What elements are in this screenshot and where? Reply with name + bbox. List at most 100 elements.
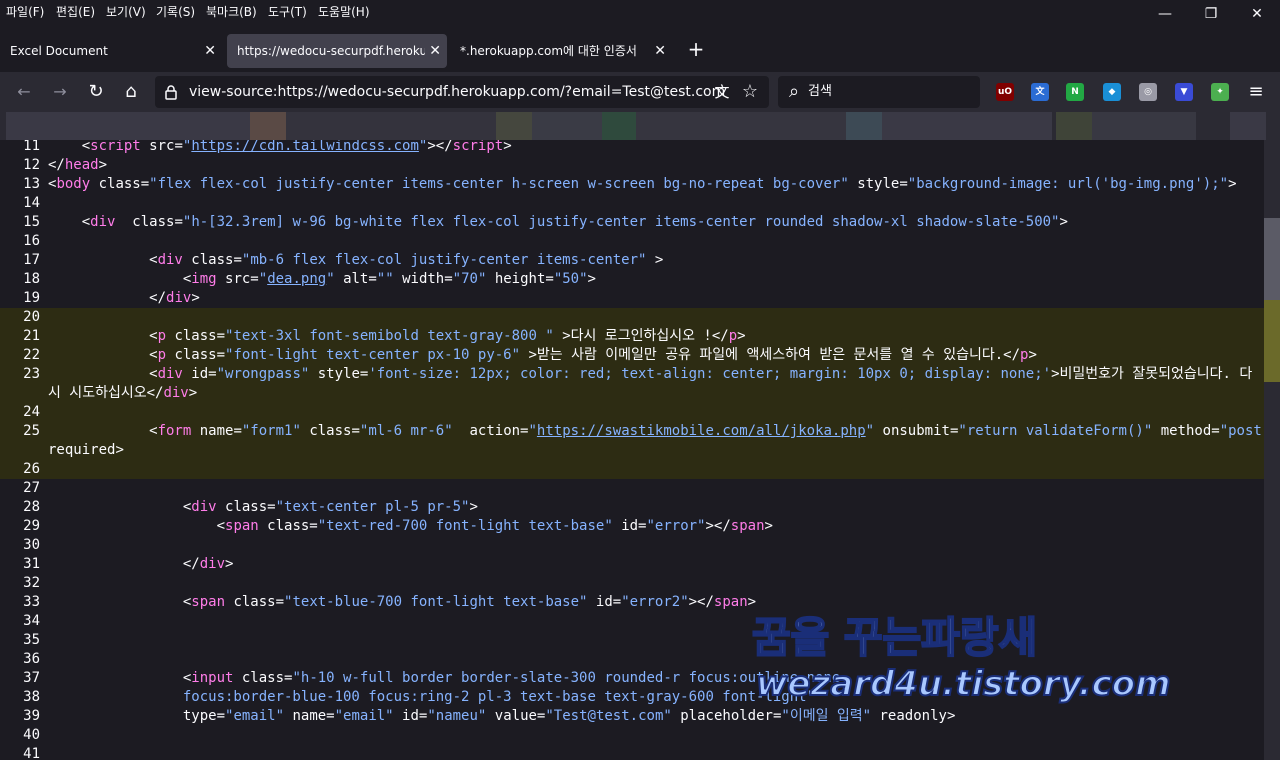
bookmark-item-blurred[interactable] xyxy=(1092,112,1196,140)
bookmark-item-blurred[interactable] xyxy=(1056,112,1092,140)
code-text: ></ xyxy=(705,518,731,534)
code-text: > xyxy=(764,518,773,534)
tag-name: div xyxy=(199,556,226,572)
bookmark-item-blurred[interactable] xyxy=(496,112,532,140)
line-number: 23 xyxy=(23,366,40,382)
ublock-icon[interactable]: uO xyxy=(996,83,1014,101)
translate-icon[interactable]: 文 xyxy=(713,83,731,101)
menu-edit[interactable]: 편집(E) xyxy=(56,3,95,20)
tag-name: div xyxy=(163,385,189,401)
line-number: 28 xyxy=(23,499,40,515)
url-text[interactable]: view-source:https://wedocu-securpdf.hero… xyxy=(189,76,725,108)
line-code: <span class="text-red-700 font-light tex… xyxy=(48,517,773,536)
url-bar[interactable]: view-source:https://wedocu-securpdf.hero… xyxy=(155,76,769,108)
n-extension-icon[interactable]: N xyxy=(1066,83,1084,101)
minimize-button[interactable]: — xyxy=(1142,2,1188,28)
source-link[interactable]: dea.png xyxy=(267,271,326,287)
bookmark-item-blurred[interactable] xyxy=(846,112,882,140)
line-code: <div class="text-center pl-5 pr-5"> xyxy=(48,498,478,517)
source-line: 18 <img src="dea.png" alt="" width="70" … xyxy=(0,270,1264,289)
watermark-url: wezard4u.tistory.com xyxy=(755,663,1172,705)
window-close-button[interactable]: ✕ xyxy=(1234,2,1280,28)
menu-tools[interactable]: 도구(T) xyxy=(268,3,307,20)
menu-view[interactable]: 보기(V) xyxy=(106,3,146,20)
source-line: 34 xyxy=(0,612,1264,631)
vertical-scrollbar[interactable] xyxy=(1264,140,1280,760)
shield-extension-icon[interactable]: ◆ xyxy=(1103,83,1121,101)
line-number: 20 xyxy=(23,309,40,325)
tag-name: div xyxy=(157,366,183,382)
tab-excel-document[interactable]: Excel Document ✕ xyxy=(0,34,222,68)
back-icon[interactable]: ← xyxy=(10,78,38,106)
tag-name: div xyxy=(166,290,192,306)
bookmark-item-blurred[interactable] xyxy=(1230,112,1266,140)
lock-icon[interactable] xyxy=(163,84,179,100)
translate-extension-icon[interactable]: 文 xyxy=(1031,83,1049,101)
line-number: 24 xyxy=(23,404,40,420)
code-text: > xyxy=(646,252,664,268)
arrow-extension-icon[interactable]: ▼ xyxy=(1175,83,1193,101)
source-line: 35 xyxy=(0,631,1264,650)
code-text: < xyxy=(48,140,91,154)
attr-name: width= xyxy=(393,271,453,287)
bookmark-item-blurred[interactable] xyxy=(602,112,636,140)
bookmark-item-blurred[interactable] xyxy=(6,112,286,140)
globe-extension-icon[interactable]: ◎ xyxy=(1139,83,1157,101)
search-input[interactable]: 검색 xyxy=(808,76,832,108)
tag-name: span xyxy=(191,594,226,610)
line-code: 시 시도하십시오</div> xyxy=(48,384,197,403)
source-line: 11 <script src="https://cdn.tailwindcss.… xyxy=(0,140,1264,156)
attr-name: name= xyxy=(191,423,242,439)
code-text: > xyxy=(946,708,956,724)
source-line: 39 type="email" name="email" id="nameu" … xyxy=(0,707,1264,726)
source-line: 22 <p class="font-light text-center px-1… xyxy=(0,346,1264,365)
attr-value: "Test@test.com" xyxy=(545,708,672,724)
attr-value: "mb-6 flex flex-col justify-center items… xyxy=(241,252,647,268)
source-link[interactable]: https://swastikmobile.com/all/jkoka.php xyxy=(537,423,866,439)
tab-view-source[interactable]: https://wedocu-securpdf.herokuapp ✕ xyxy=(227,34,447,68)
source-line: 15 <div class="h-[32.3rem] w-96 bg-white… xyxy=(0,213,1264,232)
bookmark-item-blurred[interactable] xyxy=(532,112,602,140)
tab-close-icon[interactable]: ✕ xyxy=(654,34,666,68)
tag-name: div xyxy=(157,252,183,268)
reload-icon[interactable]: ↻ xyxy=(82,78,110,106)
attr-name: name= xyxy=(284,708,335,724)
attr-name: placeholder= xyxy=(671,708,782,724)
search-bar[interactable]: ⌕ 검색 xyxy=(778,76,980,108)
source-line: 41 xyxy=(0,745,1264,760)
tab-close-icon[interactable]: ✕ xyxy=(204,34,216,68)
source-link[interactable]: https://cdn.tailwindcss.com xyxy=(191,140,419,154)
green-extension-icon[interactable]: ✦ xyxy=(1211,83,1229,101)
bookmark-star-icon[interactable]: ☆ xyxy=(741,83,759,101)
menu-file[interactable]: 파일(F) xyxy=(6,3,44,20)
tab-certificate[interactable]: *.herokuapp.com에 대한 인증서 ✕ xyxy=(450,34,672,68)
source-line: 20 xyxy=(0,308,1264,327)
code-text: > xyxy=(1059,214,1068,230)
menu-help[interactable]: 도움말(H) xyxy=(318,3,370,20)
bookmark-item-blurred[interactable] xyxy=(286,112,496,140)
menu-bookmarks[interactable]: 북마크(B) xyxy=(206,3,257,20)
bookmark-item-blurred[interactable] xyxy=(250,112,286,140)
tag-name: div xyxy=(191,499,217,515)
line-number: 12 xyxy=(23,157,40,173)
bookmark-item-blurred[interactable] xyxy=(636,112,846,140)
hamburger-menu-icon[interactable]: ≡ xyxy=(1242,78,1270,106)
home-icon[interactable]: ⌂ xyxy=(117,78,145,106)
line-code: </div> xyxy=(48,555,234,574)
tab-close-icon[interactable]: ✕ xyxy=(429,34,441,68)
scrollbar-thumb[interactable] xyxy=(1264,218,1280,300)
forward-icon[interactable]: → xyxy=(46,78,74,106)
attr-value: "font-light text-center px-10 py-6" xyxy=(225,347,521,363)
attr-value: "ml-6 mr-6" xyxy=(359,423,453,439)
attr-value: "50" xyxy=(553,271,588,287)
source-line: 26 xyxy=(0,460,1264,479)
new-tab-button[interactable]: + xyxy=(686,34,706,64)
menu-history[interactable]: 기록(S) xyxy=(156,3,195,20)
line-number: 32 xyxy=(23,575,40,591)
source-line: 시 시도하십시오</div> xyxy=(0,384,1264,403)
line-code: <form name="form1" class="ml-6 mr-6" act… xyxy=(48,422,1264,441)
code-text: > xyxy=(225,556,234,572)
bookmark-item-blurred[interactable] xyxy=(882,112,1052,140)
restore-button[interactable]: ❐ xyxy=(1188,2,1234,28)
code-text: < xyxy=(48,214,91,230)
